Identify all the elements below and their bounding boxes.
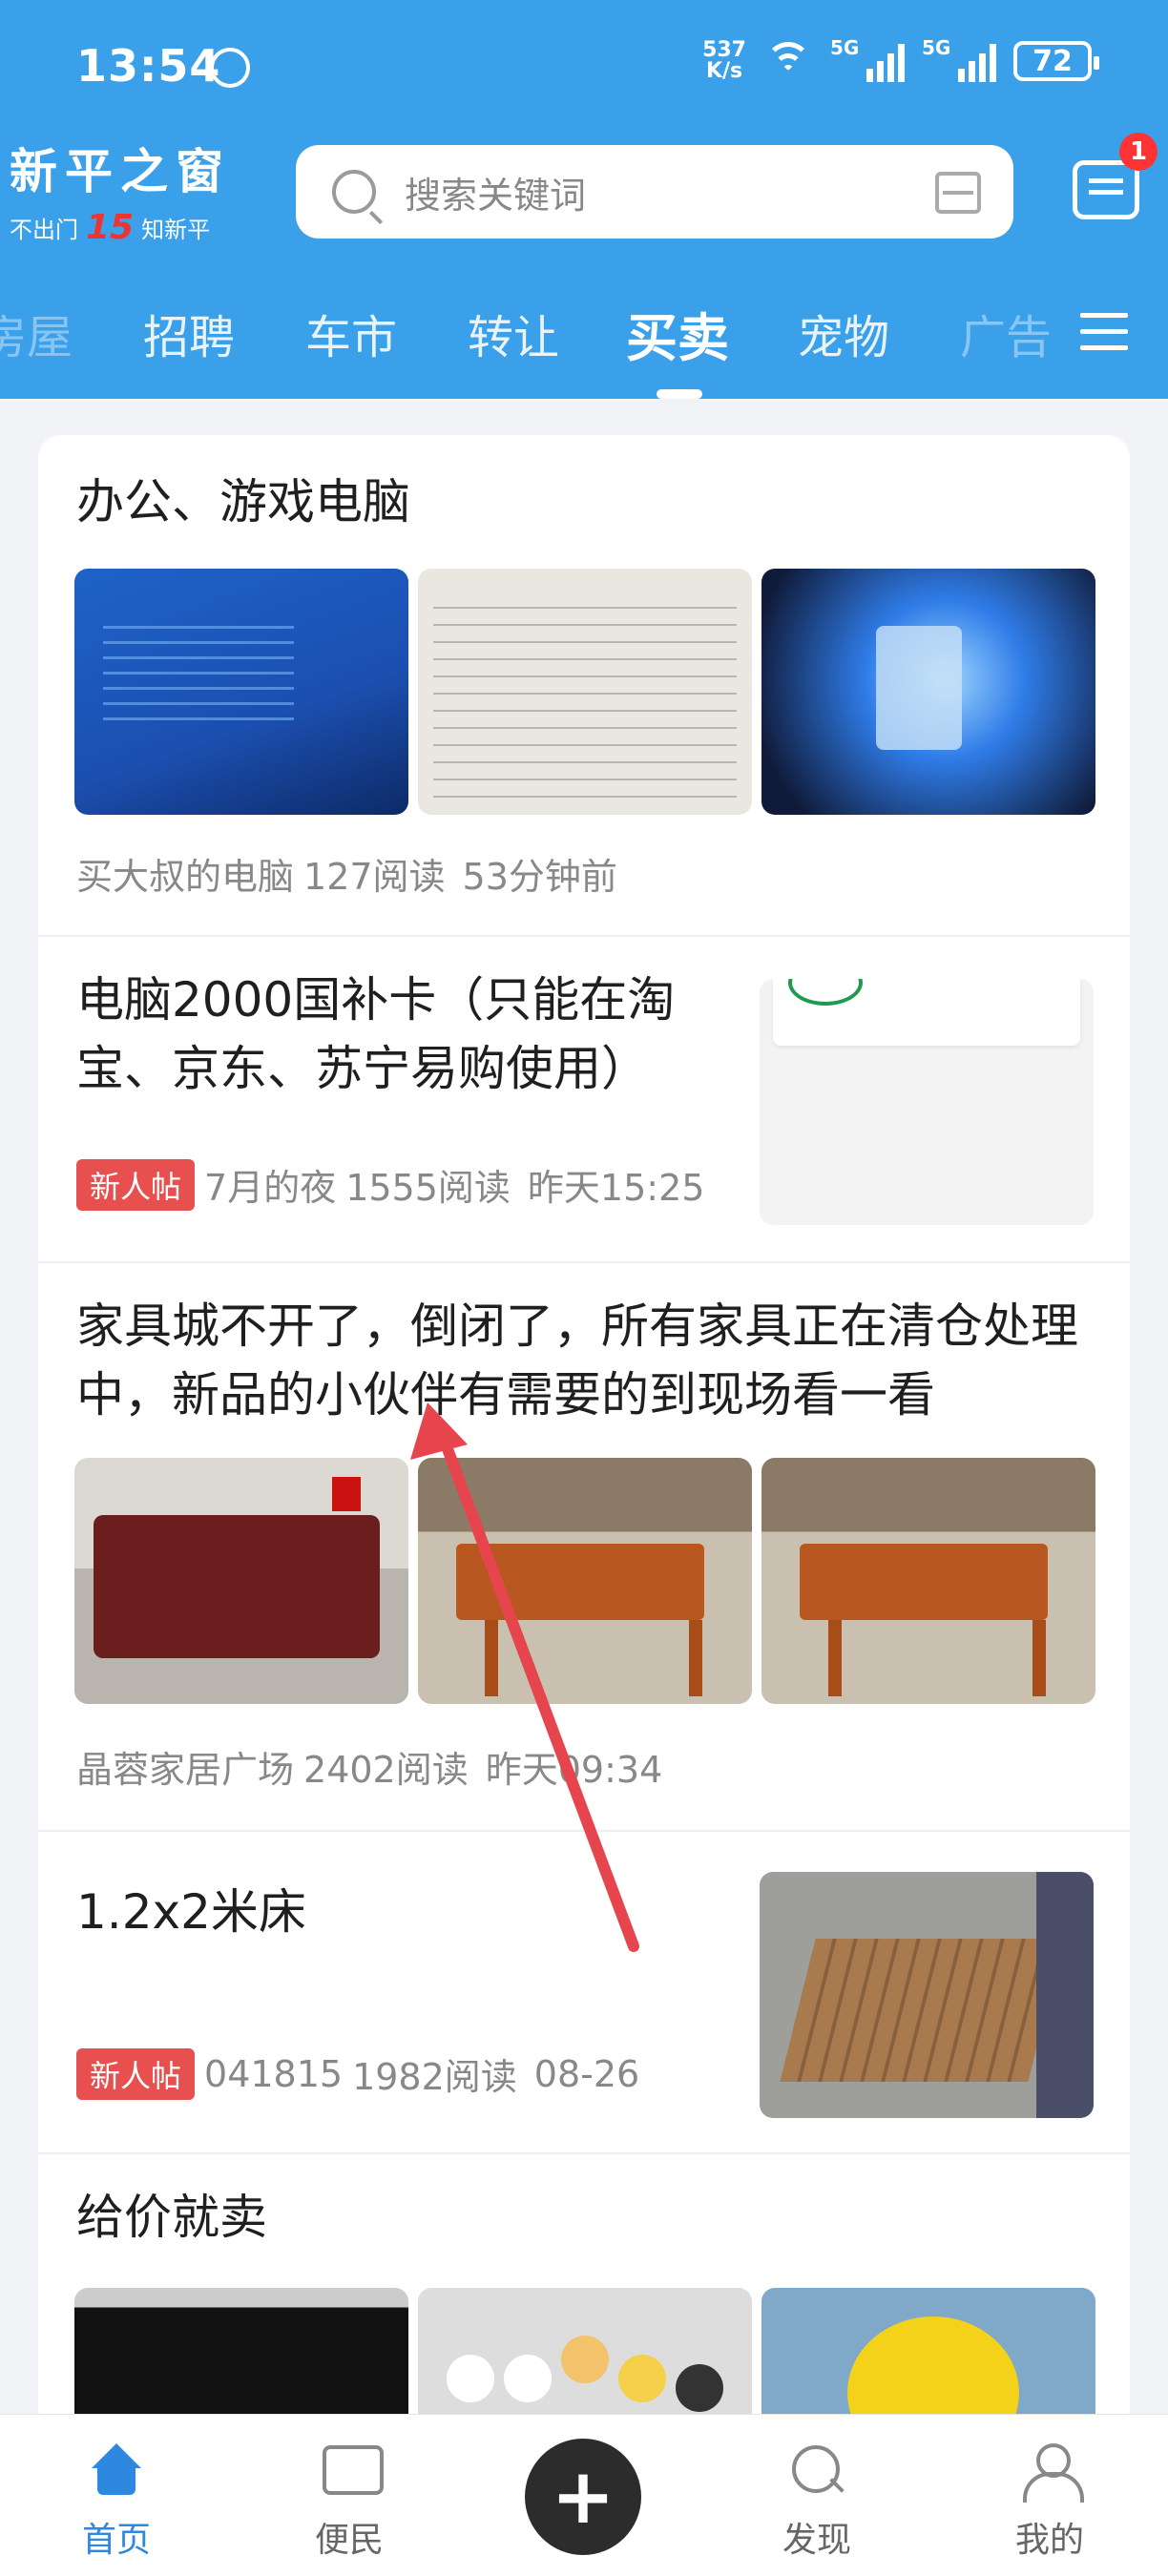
- post-reads: 1982阅读: [352, 2056, 517, 2098]
- nav-discover[interactable]: 发现: [750, 2443, 884, 2562]
- post-image[interactable]: [418, 2288, 752, 2429]
- menu-icon[interactable]: [1080, 313, 1128, 351]
- tab-ads[interactable]: 广告: [960, 300, 1052, 366]
- nav-home[interactable]: 首页: [50, 2443, 183, 2562]
- post-add-button[interactable]: +: [525, 2439, 641, 2555]
- post-author: 买大叔的电脑: [76, 856, 295, 898]
- nav-profile[interactable]: 我的: [983, 2443, 1116, 2562]
- post-meta: 买大叔的电脑 127阅读 53分钟前: [76, 847, 617, 900]
- post-time: 昨天09:34: [485, 1749, 663, 1791]
- post-reads: 127阅读: [303, 856, 446, 898]
- post-author: 7月的夜: [204, 1167, 337, 1209]
- logo-slogan: 不出门 15 知新平: [10, 208, 211, 247]
- post-title: 电脑2000国补卡（只能在淘宝、京东、苏宁易购使用）: [76, 972, 676, 1096]
- post-reads: 1555阅读: [345, 1167, 511, 1209]
- battery-icon: 72: [1013, 41, 1099, 81]
- search-bar[interactable]: 搜索关键词: [296, 145, 1013, 239]
- post-title: 1.2x2米床: [76, 1884, 306, 1940]
- wifi-icon: [763, 42, 813, 80]
- nav-services[interactable]: 便民: [282, 2443, 416, 2562]
- network-speed: 537 K/s: [702, 38, 746, 83]
- post-meta: 晶蓉家居广场 2402阅读 昨天09:34: [76, 1740, 662, 1793]
- list-item[interactable]: 给价就卖: [38, 2154, 1130, 2429]
- active-tab-indicator: [657, 389, 702, 399]
- list-item[interactable]: 办公、游戏电脑 买大叔的电脑 127阅读 53分钟前: [38, 435, 1130, 937]
- post-image[interactable]: [761, 569, 1095, 815]
- chat-icon: [319, 2443, 384, 2501]
- post-title: 家具城不开了，倒闭了，所有家具正在清仓处理中，新品的小伙伴有需要的到现场看一看: [76, 1298, 1078, 1423]
- user-icon: [1019, 2443, 1084, 2503]
- tab-jobs[interactable]: 招聘: [143, 300, 235, 366]
- tab-cars[interactable]: 车市: [305, 300, 397, 366]
- post-image[interactable]: [760, 1872, 1094, 2118]
- category-tabs: 房屋 招聘 车市 转让 买卖 宠物 广告: [0, 286, 1168, 399]
- app-logo: 新平之窗 不出门 15 知新平: [10, 134, 267, 247]
- post-reads: 2402阅读: [303, 1749, 469, 1791]
- post-image[interactable]: [761, 2288, 1095, 2429]
- post-image[interactable]: [418, 569, 752, 815]
- post-time: 08-26: [533, 2052, 640, 2095]
- message-icon[interactable]: 1: [1073, 133, 1158, 219]
- post-list: 办公、游戏电脑 买大叔的电脑 127阅读 53分钟前 电脑2000国补卡（只能在…: [38, 435, 1130, 2429]
- signal-icon: 5G: [830, 36, 905, 82]
- app-header: 13:54 537 K/s 5G 5G 72 新平之窗 不出门 15 知新平 搜…: [0, 0, 1168, 399]
- search-icon: [332, 170, 376, 214]
- post-title: 给价就卖: [76, 2190, 267, 2245]
- post-author: 041815: [204, 2052, 344, 2095]
- post-image[interactable]: [74, 2288, 408, 2429]
- plus-icon: +: [551, 2452, 615, 2541]
- search-placeholder: 搜索关键词: [405, 174, 587, 217]
- post-meta: 新人帖 7月的夜 1555阅读 昨天15:25: [76, 1158, 704, 1211]
- post-image[interactable]: [418, 1458, 752, 1704]
- clock: 13:54: [76, 40, 221, 92]
- tab-transfer[interactable]: 转让: [468, 300, 559, 366]
- new-post-badge: 新人帖: [76, 1158, 196, 1211]
- list-item[interactable]: 电脑2000国补卡（只能在淘宝、京东、苏宁易购使用） 新人帖 7月的夜 1555…: [38, 937, 1130, 1263]
- post-title: 办公、游戏电脑: [76, 474, 410, 530]
- message-badge: 1: [1119, 133, 1158, 171]
- status-bar: 13:54 537 K/s 5G 5G 72: [0, 0, 1168, 134]
- post-image[interactable]: [761, 1458, 1095, 1704]
- tab-pets[interactable]: 宠物: [798, 300, 889, 366]
- new-post-badge: 新人帖: [76, 2047, 196, 2100]
- post-meta: 新人帖 041815 1982阅读 08-26: [76, 2047, 639, 2100]
- tab-buy-sell[interactable]: 买卖: [626, 296, 729, 371]
- post-author: 晶蓉家居广场: [76, 1749, 295, 1791]
- gesture-icon: [210, 48, 250, 88]
- post-image[interactable]: [74, 569, 408, 815]
- search-icon: [786, 2443, 847, 2501]
- tab-housing[interactable]: 房屋: [0, 300, 73, 366]
- scan-icon[interactable]: [935, 172, 981, 214]
- signal-icon-2: 5G: [922, 36, 996, 82]
- post-time: 53分钟前: [462, 856, 617, 898]
- home-icon: [86, 2443, 147, 2501]
- list-item[interactable]: 家具城不开了，倒闭了，所有家具正在清仓处理中，新品的小伙伴有需要的到现场看一看 …: [38, 1263, 1130, 1832]
- post-image[interactable]: [74, 1458, 408, 1704]
- post-time: 昨天15:25: [527, 1167, 705, 1209]
- post-image[interactable]: [760, 979, 1094, 1225]
- list-item[interactable]: 1.2x2米床 新人帖 041815 1982阅读 08-26: [38, 1832, 1130, 2154]
